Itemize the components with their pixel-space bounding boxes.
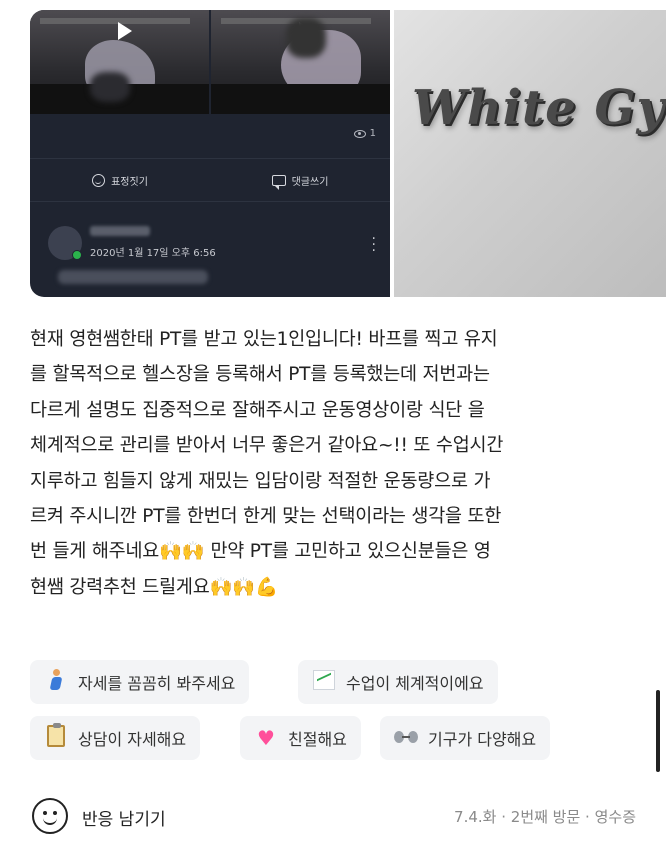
review-photo-gallery[interactable]: 1 표정짓기 댓글쓰기 2020년 1월 17일 오후 6:56 · · · Whi… bbox=[30, 10, 666, 297]
photo-screenshot-video-post[interactable]: 1 표정짓기 댓글쓰기 2020년 1월 17일 오후 6:56 · · · bbox=[30, 10, 390, 297]
review-line: 다르게 설명도 집중적으로 잘해주시고 운동영상이랑 식단 을 bbox=[30, 399, 485, 421]
video-thumbnails bbox=[30, 10, 390, 114]
commenter-name-blurred bbox=[90, 226, 150, 236]
leave-reaction-button[interactable]: 반응 남기기 bbox=[82, 805, 166, 830]
view-count: 1 bbox=[353, 128, 376, 139]
video-thumbnail-1[interactable] bbox=[30, 10, 209, 114]
heart-icon: ♥ bbox=[257, 726, 275, 750]
review-text: 현재 영현쌤한태 PT를 받고 있는1인입니다! 바프를 찍고 유지 를 할목적… bbox=[30, 322, 642, 605]
review-line: 번 들게 해주네요🙌🙌 만약 PT를 고민하고 있으신분들은 영 bbox=[30, 541, 491, 563]
clipboard-icon bbox=[47, 722, 65, 747]
photo-gym-sign[interactable]: White Gy bbox=[394, 10, 666, 297]
face-blur bbox=[286, 18, 326, 58]
review-line: 현쌤 강력추천 드릴게요🙌🙌💪 bbox=[30, 576, 279, 598]
keyword-chip[interactable]: 기구가 다양해요 bbox=[380, 716, 551, 760]
review-line: 지루하고 힘들지 않게 재밌는 입담이랑 적절한 운동량으로 가 bbox=[30, 470, 491, 492]
keyword-label: 기구가 다양해요 bbox=[428, 730, 537, 749]
post-stats: 1 bbox=[30, 114, 390, 154]
comment-timestamp: 2020년 1월 17일 오후 6:56 bbox=[90, 248, 216, 259]
status-badge bbox=[72, 250, 82, 260]
emotion-label: 표정짓기 bbox=[111, 176, 148, 188]
comment-label: 댓글쓰기 bbox=[291, 176, 329, 188]
review-line: 현재 영현쌤한태 PT를 받고 있는1인입니다! 바프를 찍고 유지 bbox=[30, 329, 498, 350]
comment-icon bbox=[271, 174, 286, 190]
comment-item: 2020년 1월 17일 오후 6:56 · · · bbox=[30, 210, 390, 297]
review-line: 르켜 주시니깐 PT를 한번더 한게 맞는 선택이라는 생각을 또한 bbox=[30, 506, 502, 528]
keyword-chip[interactable]: 수업이 체계적이에요 bbox=[298, 660, 498, 704]
view-count-value: 1 bbox=[369, 128, 376, 139]
keyword-chip[interactable]: ♥ 친절해요 bbox=[240, 716, 361, 760]
review-line: 체계적으로 관리를 받아서 너무 좋은거 같아요~!! 또 수업시간 bbox=[30, 435, 504, 457]
visit-meta: 7.4.화 · 2번째 방문 · 영수증 bbox=[454, 808, 636, 826]
dumbbell-icon bbox=[394, 730, 418, 744]
keyword-label: 상담이 자세해요 bbox=[78, 730, 187, 749]
post-actions: 표정짓기 댓글쓰기 bbox=[30, 158, 390, 202]
comment-button[interactable]: 댓글쓰기 bbox=[210, 159, 390, 201]
emotion-button[interactable]: 표정짓기 bbox=[30, 159, 210, 201]
video-thumbnail-2[interactable] bbox=[209, 10, 390, 114]
keyword-chip[interactable]: 상담이 자세해요 bbox=[30, 716, 201, 760]
play-icon[interactable] bbox=[118, 22, 132, 40]
smile-icon[interactable] bbox=[32, 798, 68, 834]
comment-text-blurred bbox=[58, 270, 208, 284]
smile-icon bbox=[92, 173, 106, 187]
eye-icon bbox=[353, 129, 366, 138]
more-vertical-icon[interactable]: · · · bbox=[372, 232, 376, 258]
review-line: 를 할목적으로 헬스장을 등록해서 PT를 등록했는데 저번과는 bbox=[30, 364, 490, 386]
chart-icon bbox=[313, 669, 335, 690]
keyword-label: 수업이 체계적이에요 bbox=[346, 674, 484, 693]
runner-icon bbox=[45, 668, 67, 691]
keyword-label: 친절해요 bbox=[288, 730, 347, 749]
scrollbar[interactable] bbox=[656, 690, 660, 772]
gym-sign-text: White Gy bbox=[412, 80, 666, 136]
keyword-chip[interactable]: 자세를 꼼꼼히 봐주세요 bbox=[30, 660, 250, 704]
review-footer: 반응 남기기 7.4.화 · 2번째 방문 · 영수증 bbox=[30, 796, 636, 836]
keyword-label: 자세를 꼼꼼히 봐주세요 bbox=[78, 674, 236, 693]
